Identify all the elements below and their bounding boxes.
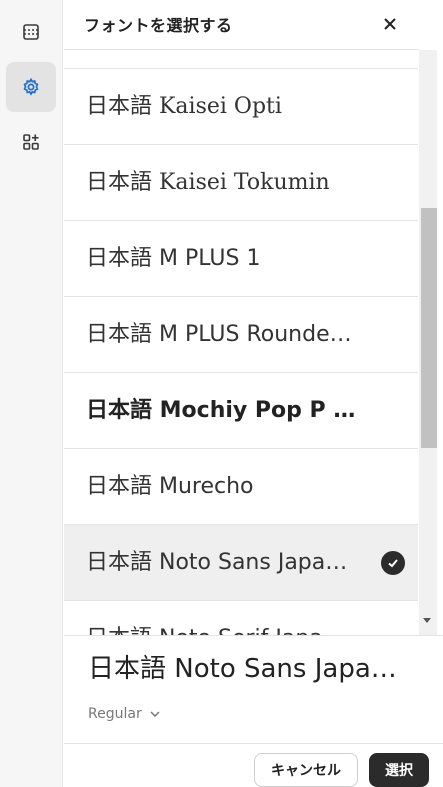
add-widget-button[interactable] bbox=[6, 117, 56, 167]
font-preview: 日本語 Noto Sans Japa… Regular bbox=[64, 635, 443, 743]
font-option[interactable]: 日本語 M PLUS Rounded 1c bbox=[64, 297, 418, 373]
layout-button[interactable] bbox=[6, 7, 56, 57]
font-option[interactable]: 日本語 M PLUS 1 bbox=[64, 221, 418, 297]
font-option-label: 日本語 M PLUS 1 bbox=[86, 246, 261, 271]
weight-label: Regular bbox=[88, 706, 142, 722]
preview-text: 日本語 Noto Sans Japa… bbox=[88, 654, 397, 684]
scrollbar-thumb[interactable] bbox=[421, 208, 437, 448]
font-option[interactable]: 日本語 Mochiy Pop P … bbox=[64, 373, 418, 449]
panel-title: フォントを選択する bbox=[84, 16, 233, 35]
font-option-label: 日本語 Mochiy Pop P … bbox=[86, 398, 356, 423]
font-option-label: 日本語 Noto Serif Japanese bbox=[86, 601, 356, 635]
side-rail bbox=[0, 0, 63, 787]
font-option-selected[interactable]: 日本語 Noto Sans Japan… bbox=[64, 525, 418, 601]
panel-header: フォントを選択する bbox=[64, 0, 419, 50]
font-option-label: 日本語 Noto Sans Japan… bbox=[86, 550, 356, 575]
panel-footer: キャンセル 選択 bbox=[64, 743, 443, 787]
close-icon bbox=[383, 16, 397, 35]
list-item[interactable] bbox=[64, 50, 418, 69]
font-option[interactable]: 日本語 Murecho bbox=[64, 449, 418, 525]
settings-button[interactable] bbox=[6, 62, 56, 112]
font-option[interactable]: 日本語 Kaisei Opti bbox=[64, 69, 418, 145]
font-picker-panel: フォントを選択する 日本語 Kaisei Opti 日本語 Kaisei Tok… bbox=[64, 0, 443, 787]
font-option-label: 日本語 Kaisei Opti bbox=[86, 94, 282, 119]
font-list[interactable]: 日本語 Kaisei Opti 日本語 Kaisei Tokumin 日本語 M… bbox=[64, 50, 419, 635]
weight-dropdown[interactable]: Regular bbox=[88, 706, 160, 722]
chevron-down-icon bbox=[150, 706, 160, 722]
font-option[interactable]: 日本語 Kaisei Tokumin bbox=[64, 145, 418, 221]
font-option-label: 日本語 Kaisei Tokumin bbox=[86, 170, 330, 195]
select-button[interactable]: 選択 bbox=[369, 753, 429, 787]
font-option-label: 日本語 M PLUS Rounded 1c bbox=[86, 322, 356, 347]
add-widget-icon bbox=[21, 132, 41, 152]
close-button[interactable] bbox=[379, 14, 401, 36]
scrollbar[interactable] bbox=[419, 50, 437, 635]
gear-icon bbox=[21, 77, 41, 97]
font-option-label: 日本語 Murecho bbox=[86, 474, 254, 499]
cancel-button[interactable]: キャンセル bbox=[254, 753, 358, 787]
scroll-down-arrow-icon[interactable] bbox=[423, 618, 431, 623]
checkmark-icon bbox=[381, 551, 405, 575]
font-option[interactable]: 日本語 Noto Serif Japanese bbox=[64, 601, 418, 635]
layout-icon bbox=[21, 22, 41, 42]
